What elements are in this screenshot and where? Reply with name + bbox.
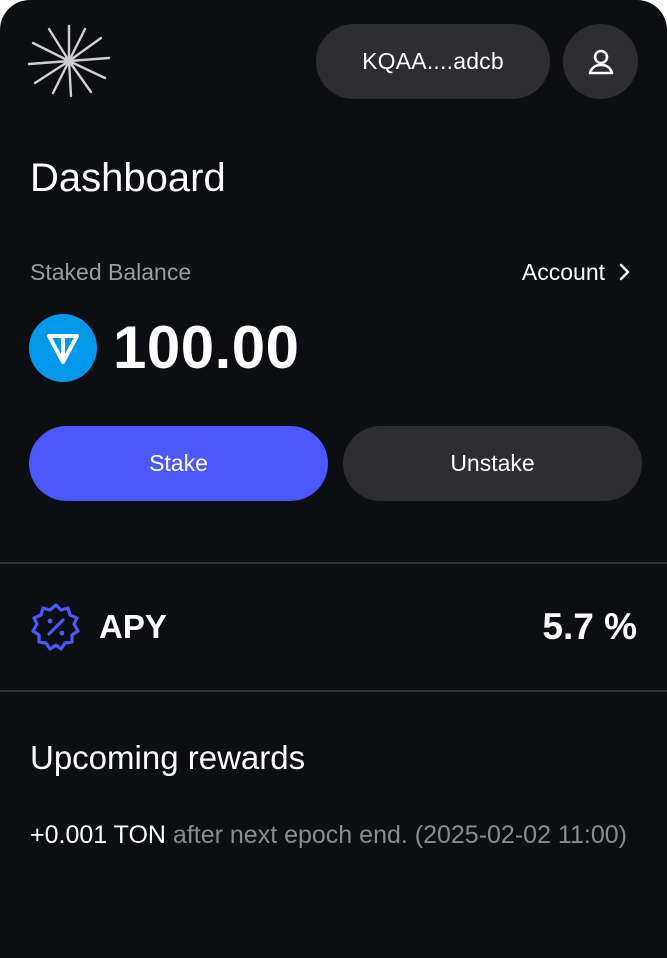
reward-description: after next epoch end. (2025-02-02 11:00) [165,821,627,849]
chevron-right-icon [619,263,630,281]
sunburst-logo-icon[interactable] [27,24,111,98]
reward-amount: +0.001 TON [30,821,166,849]
upcoming-rewards-text: +0.001 TON after next epoch end. (2025-0… [30,814,642,857]
page-title: Dashboard [30,156,226,200]
stake-button-label: Stake [149,450,208,476]
unstake-button[interactable]: Unstake [343,426,642,501]
account-link-label: Account [521,259,605,285]
account-link[interactable]: Account [522,257,631,287]
apy-value: 5.7 % [542,606,637,647]
apy-row: APY 5.7 % [31,598,637,656]
staked-balance-value: 100.00 [113,314,300,381]
balance-row: 100.00 [29,314,300,382]
wallet-address-button[interactable]: KQAA....adcb [316,24,550,99]
unstake-button-label: Unstake [450,450,535,476]
dashboard-screen: KQAA....adcb Dashboard Staked Balance Ac… [0,0,667,958]
section-divider [0,690,667,692]
section-divider [0,562,667,564]
percent-badge-icon [31,603,80,651]
staked-balance-label: Staked Balance [30,259,192,285]
user-icon [588,49,613,74]
ton-icon [29,314,97,382]
profile-button[interactable] [563,24,638,99]
apy-label: APY [99,608,167,645]
upcoming-rewards-title: Upcoming rewards [30,739,306,776]
stake-button[interactable]: Stake [29,426,328,501]
wallet-address-text: KQAA....adcb [362,48,504,74]
